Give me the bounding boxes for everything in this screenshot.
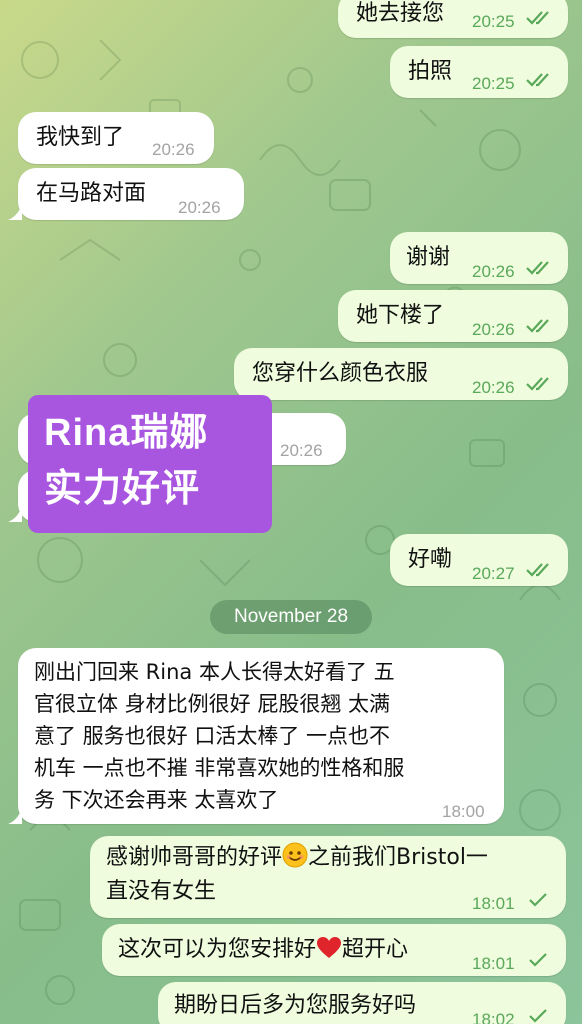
- message-bubble-outgoing[interactable]: 您穿什么颜色衣服 20:26: [234, 348, 568, 400]
- message-text-line: 感谢帅哥哥的好评 之前我们Bristol一: [106, 842, 488, 874]
- date-separator: November 28: [210, 600, 372, 634]
- message-text-line: 意了 服务也很好 口活太棒了 一点也不: [34, 724, 391, 748]
- double-check-icon: [526, 319, 549, 333]
- message-time: 18:01: [472, 894, 515, 913]
- message-time: 20:26: [152, 140, 195, 159]
- overlay-line-1: Rina瑞娜: [44, 412, 209, 454]
- message-time: 20:25: [472, 74, 515, 93]
- message-time: 20:25: [472, 12, 515, 31]
- overlay-line-2: 实力好评: [44, 468, 201, 510]
- message-bubble-outgoing[interactable]: 感谢帅哥哥的好评 之前我们Bristol一 直没有女生 18:01: [90, 836, 566, 918]
- message-text: 这次可以为您安排好: [118, 937, 317, 962]
- message-bubble-outgoing[interactable]: 她下楼了 20:26: [338, 290, 568, 342]
- check-icon: [529, 953, 547, 967]
- message-bubble-outgoing[interactable]: 谢谢 20:26: [390, 232, 568, 284]
- message-text-line: 机车 一点也不摧 非常喜欢她的性格和服: [34, 756, 405, 780]
- double-check-icon: [526, 563, 549, 577]
- message-bubble-outgoing[interactable]: 这次可以为您安排好 超开心 18:01: [102, 924, 566, 976]
- message-time: 18:00: [442, 802, 485, 821]
- message-text-line: 务 下次还会再来 太喜欢了: [34, 788, 279, 812]
- message-text: 谢谢: [406, 245, 451, 270]
- message-text: 她下楼了: [356, 303, 445, 328]
- message-text-line: 官很立体 身材比例很好 屁股很翘 太满: [34, 692, 391, 716]
- message-text: 感谢帅哥哥的好评: [106, 845, 283, 870]
- message-text: 超开心: [342, 937, 409, 962]
- bubble-tail: [8, 808, 22, 824]
- message-time: 18:01: [472, 954, 515, 973]
- message-text-line: 这次可以为您安排好 超开心: [118, 934, 408, 966]
- message-bubble-outgoing[interactable]: 拍照 20:25: [390, 46, 568, 98]
- promo-watermark-overlay: Rina瑞娜 实力好评: [28, 395, 272, 533]
- double-check-icon: [526, 11, 549, 25]
- message-bubble-incoming[interactable]: 刚出门回来 Rina 本人长得太好看了 五 官很立体 身材比例很好 屁股很翘 太…: [8, 648, 504, 824]
- double-check-icon: [526, 73, 549, 87]
- message-text: 之前我们Bristol一: [308, 845, 488, 870]
- check-icon: [529, 1009, 547, 1023]
- double-check-icon: [526, 377, 549, 391]
- message-bubble-outgoing[interactable]: 期盼日后多为您服务好吗 18:02: [158, 982, 566, 1024]
- message-text: 期盼日后多为您服务好吗: [174, 993, 417, 1018]
- message-time: 20:26: [472, 378, 515, 397]
- bubble-tail: [8, 506, 22, 522]
- message-time: 20:26: [178, 198, 221, 217]
- message-text: 您穿什么颜色衣服: [252, 361, 429, 386]
- message-time: 20:27: [472, 564, 515, 583]
- message-text-line: 刚出门回来 Rina 本人长得太好看了 五: [34, 660, 395, 684]
- message-bubble-outgoing[interactable]: 好嘞 20:27: [390, 534, 568, 586]
- message-time: 20:26: [472, 320, 515, 339]
- message-text: 拍照: [408, 59, 453, 84]
- message-time: 20:26: [472, 262, 515, 281]
- message-text: 她去接您: [356, 1, 445, 26]
- message-text: 在马路对面: [36, 181, 147, 206]
- message-text-line: 直没有女生: [106, 879, 217, 904]
- message-text: 我快到了: [36, 125, 125, 150]
- message-time: 20:26: [280, 441, 323, 460]
- message-text: 好嘞: [408, 547, 453, 572]
- red-heart-emoji-icon: [317, 937, 342, 958]
- bubble-tail: [8, 204, 22, 220]
- smiling-face-emoji-icon: [282, 842, 308, 868]
- check-icon: [529, 893, 547, 907]
- message-bubble-incoming[interactable]: 在马路对面 20:26: [8, 168, 244, 220]
- message-time: 18:02: [472, 1010, 515, 1024]
- double-check-icon: [526, 261, 549, 275]
- message-bubble-incoming[interactable]: 我快到了 20:26: [18, 112, 214, 164]
- message-bubble-outgoing[interactable]: 她去接您 20:25: [338, 0, 568, 38]
